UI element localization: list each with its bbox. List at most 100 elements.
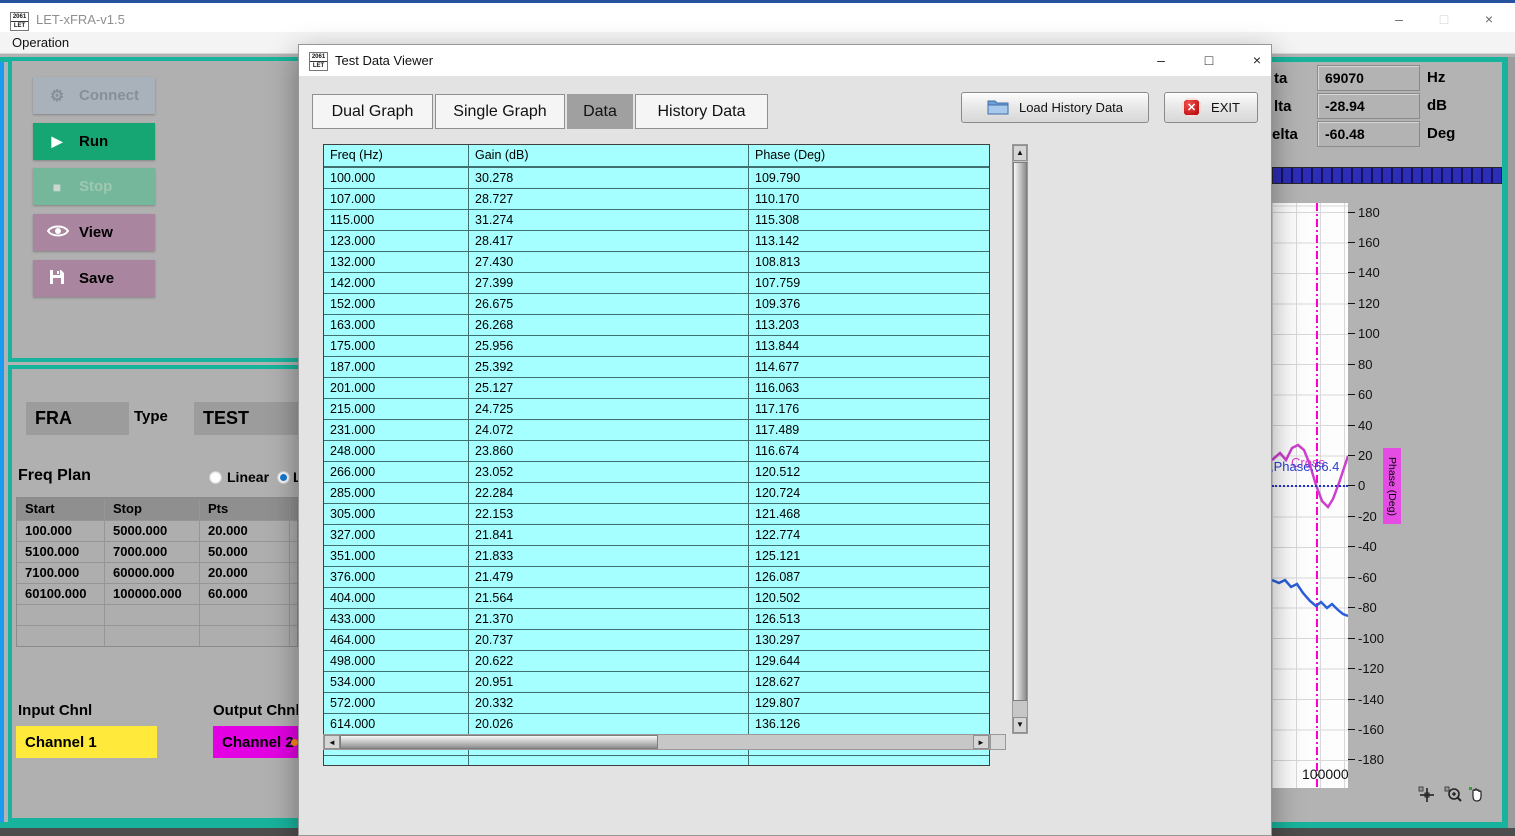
table-cell: 175.000 [324,336,469,356]
radio-linear[interactable] [209,471,222,484]
input-chnl-field[interactable]: Channel 1 [16,726,157,758]
minimize-icon[interactable]: – [1384,11,1414,27]
table-cell: 30.278 [469,168,749,188]
save-button[interactable]: Save [33,260,155,297]
maximize-icon[interactable]: □ [1429,11,1459,27]
table-cell: 22.284 [469,483,749,503]
table-row[interactable]: 305.00022.153121.468 [324,504,989,525]
table-row[interactable]: 231.00024.072117.489 [324,420,989,441]
table-cell: 31.274 [469,210,749,230]
freq-plan-row[interactable]: 5100.0007000.00050.000 [17,541,297,562]
freq-plan-cell: 60100.000 [17,584,105,604]
scroll-left-icon[interactable]: ◄ [324,735,340,749]
table-row[interactable]: 498.00020.622129.644 [324,651,989,672]
table-row[interactable]: 215.00024.725117.176 [324,399,989,420]
table-cell: 23.052 [469,462,749,482]
view-button[interactable]: View [33,214,155,251]
freq-plan-row[interactable]: 60100.000100000.00060.000 [17,583,297,604]
table-row[interactable]: 433.00021.370126.513 [324,609,989,630]
table-row[interactable]: 123.00028.417113.142 [324,231,989,252]
delta-phase-field[interactable]: -60.48 [1317,121,1420,147]
table-row[interactable]: 534.00020.951128.627 [324,672,989,693]
play-icon: ▶ [47,133,67,150]
table-row[interactable]: 266.00023.052120.512 [324,462,989,483]
table-cell: 614.000 [324,714,469,734]
dialog-maximize-icon[interactable]: □ [1193,52,1225,68]
freq-plan-table[interactable]: Start Stop Pts 100.0005000.00020.0005100… [16,497,298,647]
table-cell: 26.675 [469,294,749,314]
delta-freq-unit: Hz [1427,69,1445,86]
close-icon[interactable]: × [1474,11,1504,27]
tab-single-graph[interactable]: Single Graph [435,94,565,129]
freq-plan-row[interactable]: 100.0005000.00020.000 [17,520,297,541]
connect-button[interactable]: ⚙ Connect [33,77,155,114]
y-tick: -160 [1348,721,1384,737]
tab-data[interactable]: Data [567,94,633,129]
crosshair-tool-icon[interactable] [1418,786,1438,804]
scroll-down-icon[interactable]: ▼ [1013,717,1027,733]
horizontal-scroll-thumb[interactable] [340,735,658,749]
table-row[interactable]: 327.00021.841122.774 [324,525,989,546]
exit-button[interactable]: ✕ EXIT [1164,92,1258,123]
menu-item-operation[interactable]: Operation [12,35,69,50]
delta-freq-field[interactable]: 69070 [1317,65,1420,91]
table-row[interactable]: 614.00020.026136.126 [324,714,989,735]
freq-plan-cell [200,605,290,625]
pan-hand-tool-icon[interactable] [1468,786,1488,804]
table-row[interactable]: 100.00030.278109.790 [324,168,989,189]
table-row[interactable]: 464.00020.737130.297 [324,630,989,651]
table-row[interactable]: 163.00026.268113.203 [324,315,989,336]
dialog-titlebar[interactable]: 2061LET Test Data Viewer – □ × [299,45,1271,77]
radio-log[interactable] [277,471,290,484]
table-row[interactable]: 351.00021.833125.121 [324,546,989,567]
load-history-data-button[interactable]: Load History Data [961,92,1149,123]
tab-dual-graph[interactable]: Dual Graph [312,94,433,129]
stop-button[interactable]: ■ Stop [33,168,155,205]
table-row[interactable]: 285.00022.284120.724 [324,483,989,504]
freq-plan-cell [200,626,290,646]
table-row[interactable]: 107.00028.727110.170 [324,189,989,210]
y-tick: 60 [1348,387,1372,403]
table-cell: 26.268 [469,315,749,335]
table-cell: 129.644 [749,651,989,671]
table-row[interactable]: 142.00027.399107.759 [324,273,989,294]
freq-plan-row[interactable] [17,625,297,646]
table-row[interactable]: 376.00021.479126.087 [324,567,989,588]
table-row[interactable]: 404.00021.564120.502 [324,588,989,609]
mode-field[interactable]: FRA [26,402,129,435]
table-row[interactable]: 175.00025.956113.844 [324,336,989,357]
run-button[interactable]: ▶ Run [33,123,155,160]
vertical-scroll-thumb[interactable] [1013,162,1027,701]
table-row[interactable]: 572.00020.332129.807 [324,693,989,714]
table-cell: 25.956 [469,336,749,356]
horizontal-scrollbar[interactable]: ◄ ► [323,734,990,750]
column-header: Start [17,498,105,520]
dialog-minimize-icon[interactable]: – [1145,52,1177,68]
scroll-up-icon[interactable]: ▲ [1013,145,1027,161]
increment-dot-icon[interactable] [291,739,298,746]
table-cell: 120.512 [749,462,989,482]
vertical-scrollbar[interactable]: ▲ ▼ [1012,144,1028,734]
tab-history-data[interactable]: History Data [635,94,768,129]
freq-plan-header: Start Stop Pts [17,498,297,520]
table-cell: 25.127 [469,378,749,398]
zoom-tool-icon[interactable] [1444,786,1464,804]
freq-plan-cell [17,626,105,646]
table-row[interactable]: 152.00026.675109.376 [324,294,989,315]
freq-plan-row[interactable]: 7100.00060000.00020.000 [17,562,297,583]
delta-gain-field[interactable]: -28.94 [1317,93,1420,119]
scroll-right-icon[interactable]: ► [973,735,989,749]
table-row[interactable]: 187.00025.392114.677 [324,357,989,378]
folder-icon [987,98,1009,118]
table-cell: 28.417 [469,231,749,251]
table-row[interactable]: 201.00025.127116.063 [324,378,989,399]
table-cell: 20.332 [469,693,749,713]
main-titlebar: 2061LET LET-xFRA-v1.5 – □ × [0,3,1515,32]
dialog-close-icon[interactable]: × [1241,52,1273,68]
table-row[interactable]: 248.00023.860116.674 [324,441,989,462]
freq-plan-row[interactable] [17,604,297,625]
table-row[interactable]: 132.00027.430108.813 [324,252,989,273]
table-row[interactable]: 115.00031.274115.308 [324,210,989,231]
data-table[interactable]: Freq (Hz) Gain (dB) Phase (Deg) 100.0003… [323,144,1006,766]
table-cell: 113.203 [749,315,989,335]
